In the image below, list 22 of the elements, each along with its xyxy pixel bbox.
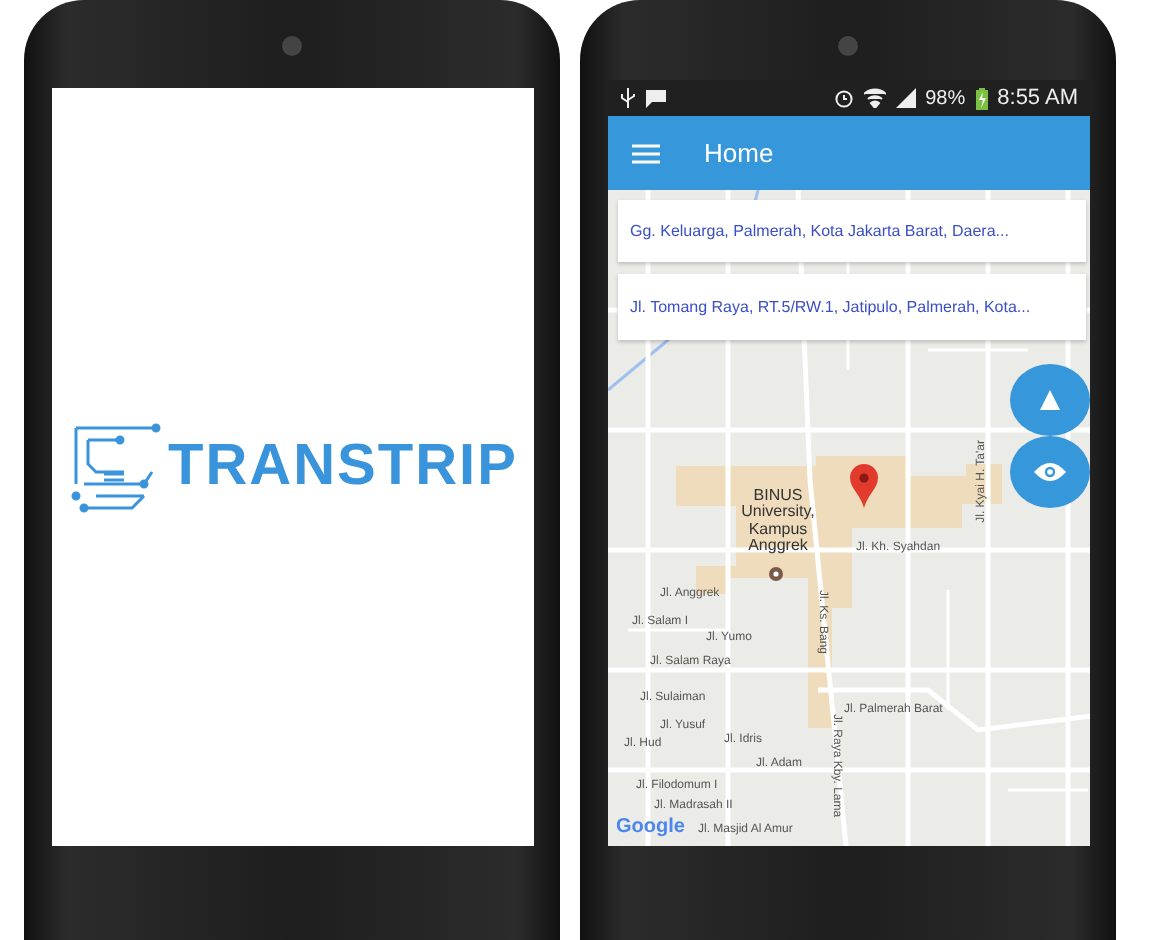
battery-percent: 98% — [925, 85, 966, 113]
message-icon — [646, 89, 666, 107]
google-logo: Google — [616, 814, 685, 842]
speaker-grille — [282, 36, 302, 56]
landmark-icon — [768, 566, 784, 582]
speaker-grille — [838, 36, 858, 56]
eye-icon — [1032, 458, 1068, 486]
usb-icon — [620, 88, 636, 108]
menu-icon[interactable] — [632, 143, 660, 163]
clock-time: 8:55 AM — [997, 83, 1078, 114]
app-title: Home — [704, 135, 774, 172]
address-field[interactable]: Gg. Keluarga, Palmerah, Kota Jakarta Barat, Daera... — [618, 200, 1086, 262]
logo-text: TRANSTRIP — [168, 431, 518, 502]
map-pin-icon — [850, 464, 878, 508]
wifi-icon — [863, 88, 886, 108]
triangle-icon — [1040, 390, 1060, 410]
place-label: BINUS University, Kampus Anggrek — [739, 488, 817, 556]
circuit-logo-icon — [68, 419, 165, 515]
signal-icon — [895, 88, 916, 108]
address-field[interactable]: Jl. Tomang Raya, RT.5/RW.1, Jatipulo, Palmerah, Kota... — [618, 274, 1086, 340]
alarm-clock-icon — [833, 88, 854, 108]
battery-charging-icon — [975, 87, 988, 109]
